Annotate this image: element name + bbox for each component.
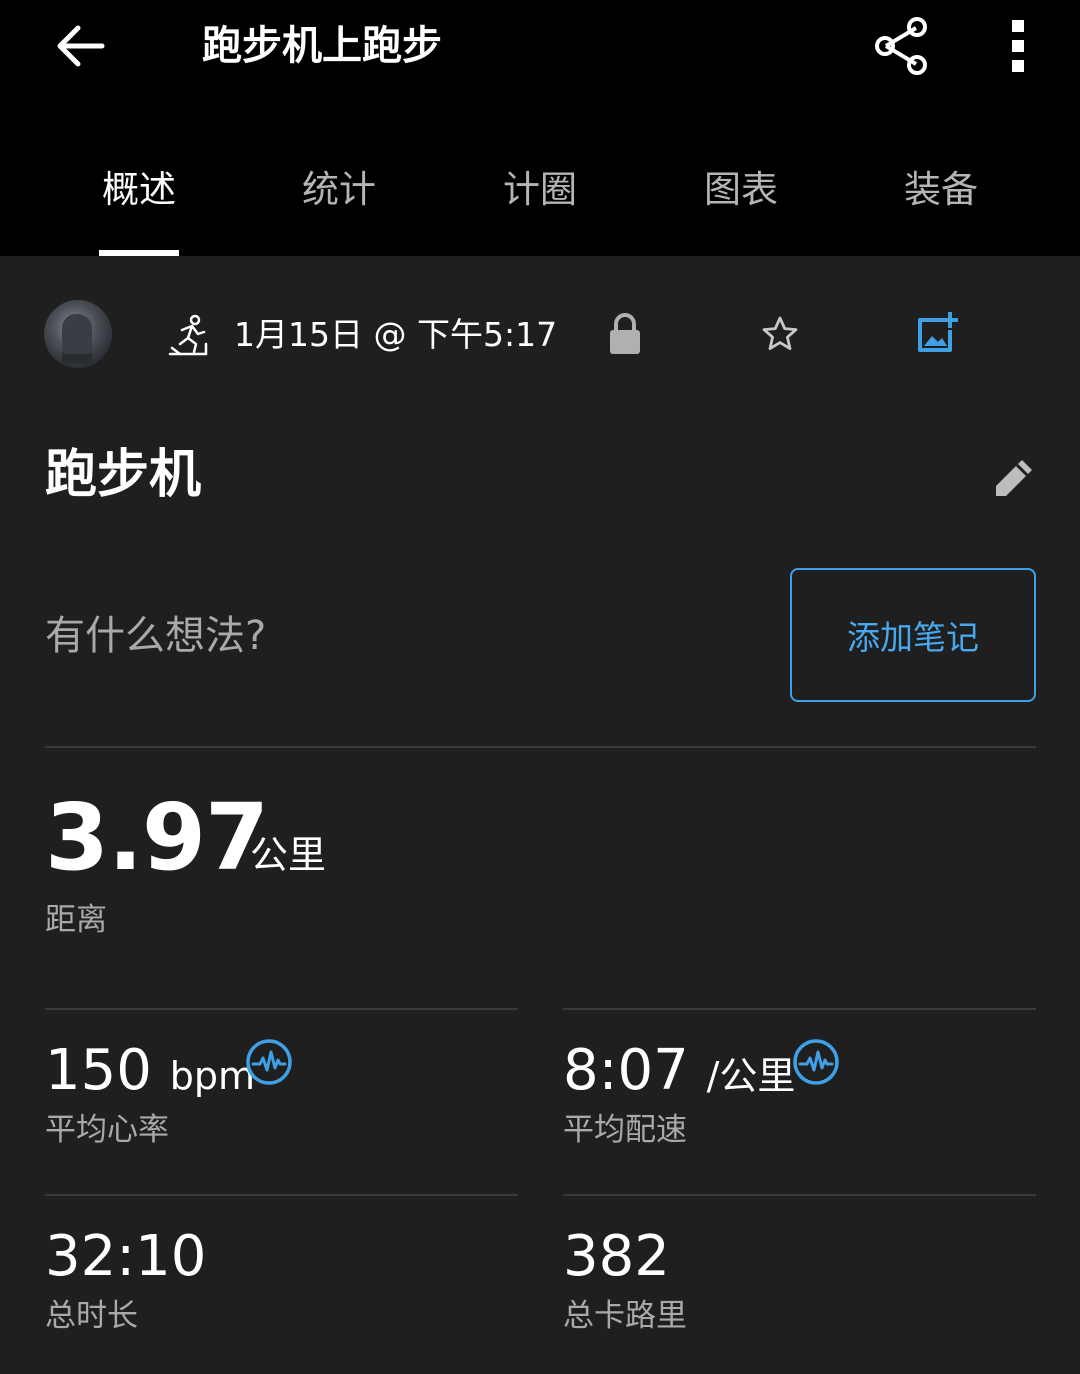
divider: [563, 1194, 1036, 1196]
lock-icon[interactable]: [607, 312, 643, 356]
tab-bar: 概述 统计 计圈 图表 装备: [0, 150, 1080, 256]
more-vert-icon: [1012, 20, 1024, 72]
share-button[interactable]: [870, 14, 934, 78]
avg-pace-value: 8:07 /公里: [563, 1038, 795, 1109]
total-duration-value: 32:10: [45, 1224, 207, 1289]
active-tab-indicator: [99, 250, 179, 256]
tab-laps[interactable]: 计圈: [440, 160, 640, 220]
star-icon[interactable]: [760, 314, 800, 354]
avg-heart-rate-value: 150 bpm: [45, 1038, 255, 1109]
pencil-icon[interactable]: [990, 456, 1036, 502]
avg-pace-unit: /公里: [706, 1054, 796, 1098]
heart-rate-monitor-icon: [246, 1039, 292, 1085]
tab-gear[interactable]: 装备: [841, 160, 1041, 220]
add-note-label: 添加笔记: [847, 618, 979, 657]
distance-unit: 公里: [250, 833, 327, 877]
avatar[interactable]: [44, 300, 112, 368]
distance-label: 距离: [45, 902, 107, 938]
divider: [45, 1194, 518, 1196]
more-options-button[interactable]: [996, 14, 1040, 78]
add-photo-icon[interactable]: [914, 310, 960, 356]
add-note-button[interactable]: 添加笔记: [790, 568, 1036, 702]
arrow-left-icon: [57, 25, 105, 67]
share-icon: [875, 17, 927, 75]
page-title: 跑步机上跑步: [202, 23, 442, 69]
avg-heart-rate-unit: bpm: [169, 1054, 255, 1098]
avg-pace-number: 8:07: [563, 1038, 689, 1103]
treadmill-run-icon: [168, 314, 208, 356]
app-header: 跑步机上跑步 概述 统计 计圈 图表 装备: [0, 0, 1080, 256]
total-duration-label: 总时长: [45, 1298, 138, 1334]
total-calories-value: 382: [563, 1224, 670, 1289]
distance-value: 3.97: [45, 784, 269, 891]
total-calories-label: 总卡路里: [563, 1298, 687, 1334]
divider: [563, 1008, 1036, 1010]
activity-name: 跑步机: [45, 445, 202, 505]
tab-overview[interactable]: 概述: [39, 160, 239, 220]
avg-heart-rate-label: 平均心率: [45, 1112, 169, 1148]
heart-rate-monitor-icon: [793, 1039, 839, 1085]
avg-pace-label: 平均配速: [563, 1112, 687, 1148]
activity-date: 1月15日 @ 下午5:17: [234, 315, 558, 354]
back-button[interactable]: [50, 18, 110, 74]
tab-charts[interactable]: 图表: [641, 160, 841, 220]
avg-heart-rate-number: 150: [45, 1038, 152, 1103]
divider: [45, 1008, 518, 1010]
notes-prompt[interactable]: 有什么想法?: [45, 608, 266, 664]
tab-stats[interactable]: 统计: [239, 160, 439, 220]
divider: [45, 746, 1036, 748]
